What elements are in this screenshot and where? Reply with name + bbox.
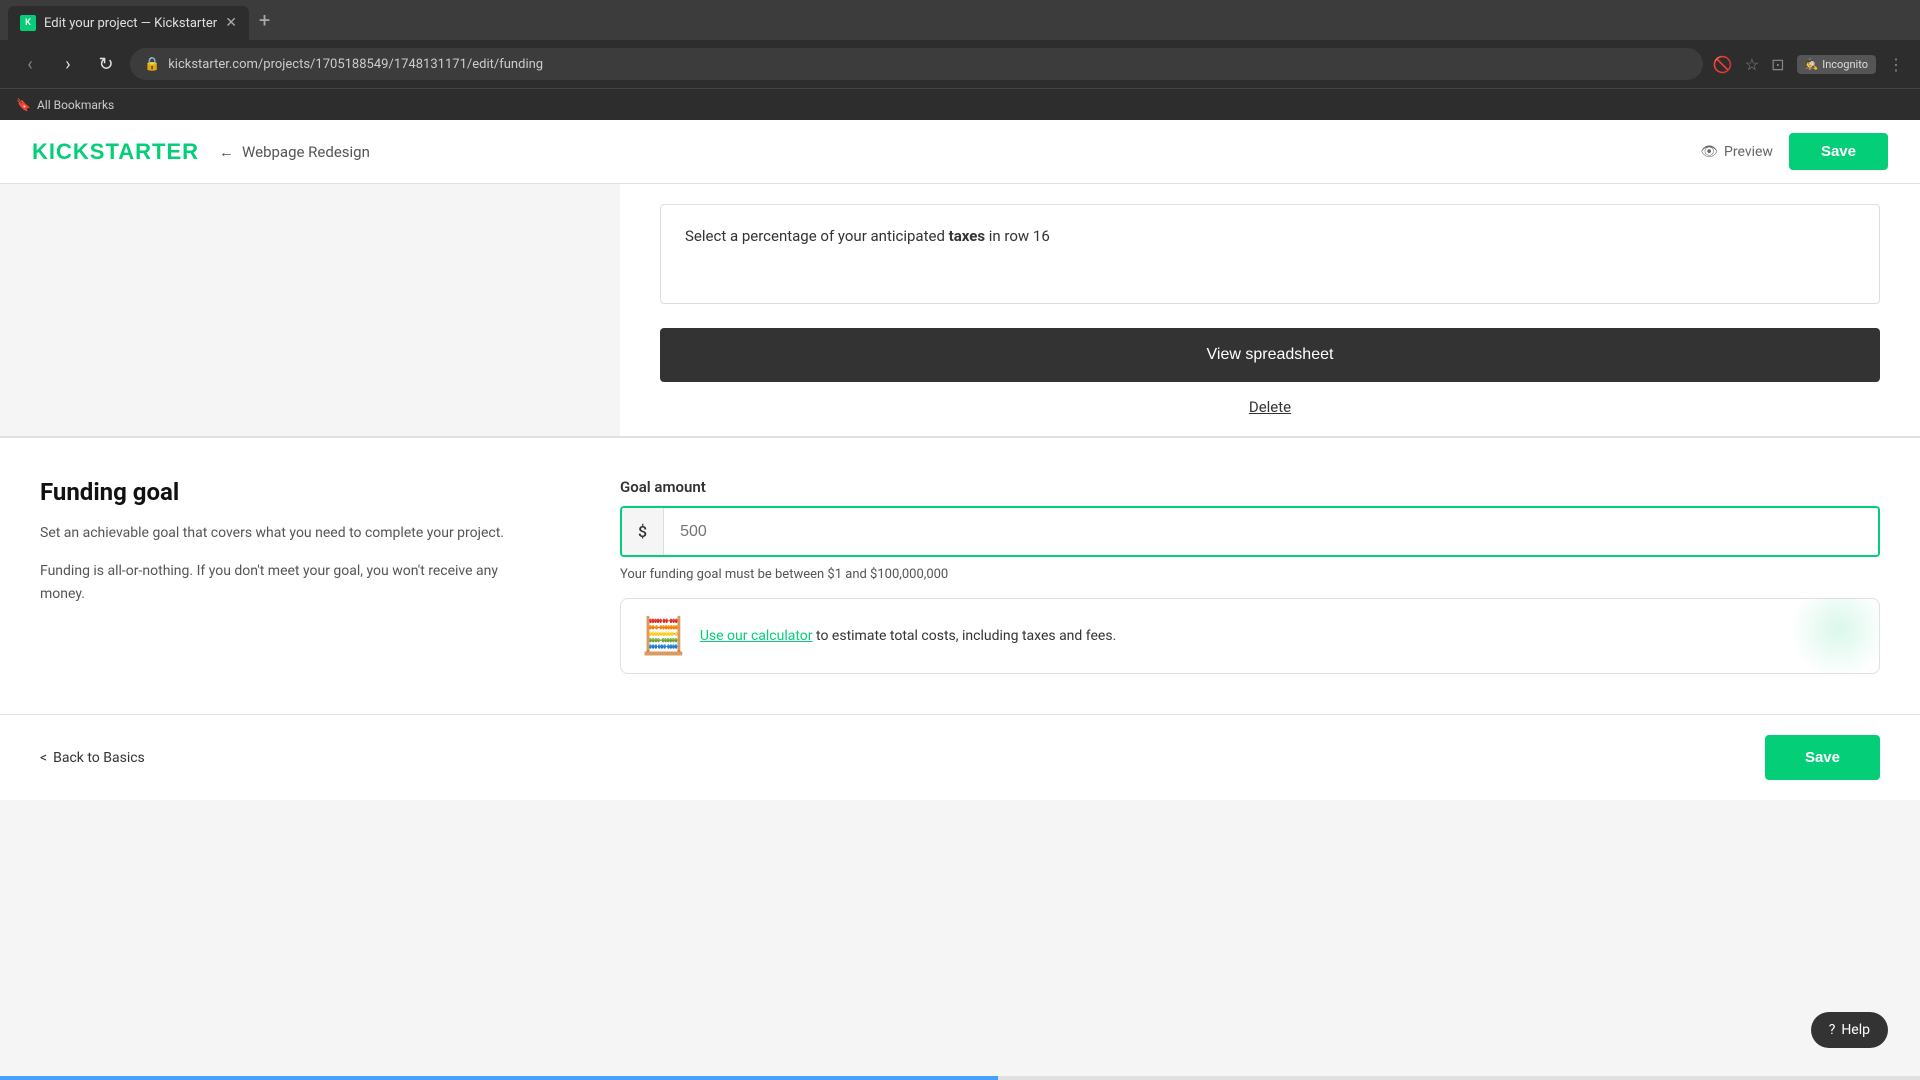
new-tab-button[interactable]: +	[249, 8, 280, 32]
back-link-label: Back to Basics	[53, 750, 145, 766]
preview-label: Preview	[1724, 144, 1773, 160]
more-options-icon[interactable]: ⋮	[1888, 55, 1904, 74]
page-body: Select a percentage of your anticipated …	[0, 184, 1920, 800]
calculator-text: Use our calculator to estimate total cos…	[700, 628, 1116, 644]
toolbar-icons: 🚫 ☆ ⊡ 🕵 Incognito ⋮	[1713, 55, 1904, 74]
address-bar[interactable]: 🔒 kickstarter.com/projects/1705188549/17…	[130, 48, 1703, 80]
forward-nav-button[interactable]: ›	[54, 50, 82, 78]
preview-button[interactable]: 👁 Preview	[1700, 144, 1773, 160]
currency-symbol: $	[622, 508, 664, 555]
bookmarks-bar: 🔖 All Bookmarks	[0, 88, 1920, 120]
bookmarks-label: All Bookmarks	[37, 98, 114, 112]
back-nav-button[interactable]: ‹	[16, 50, 44, 78]
funding-desc-2: Funding is all-or-nothing. If you don't …	[40, 560, 540, 605]
header-right: 👁 Preview Save	[1700, 133, 1888, 170]
calc-decoration	[1789, 598, 1880, 674]
funding-section: Funding goal Set an achievable goal that…	[0, 438, 1920, 714]
camera-off-icon[interactable]: 🚫	[1713, 55, 1733, 74]
funding-description: Funding goal Set an achievable goal that…	[0, 478, 580, 674]
calculator-icon: 🧮	[641, 615, 686, 657]
back-to-basics-link[interactable]: < Back to Basics	[40, 750, 145, 766]
hint-text: Select a percentage of your anticipated …	[685, 225, 1855, 248]
hint-text-bold: taxes	[949, 227, 985, 245]
save-header-button[interactable]: Save	[1789, 133, 1888, 170]
goal-input-wrap: $	[620, 506, 1880, 557]
bookmark-star-icon[interactable]: ☆	[1745, 55, 1759, 74]
help-icon: ?	[1829, 1022, 1836, 1038]
bottom-nav: < Back to Basics Save	[0, 714, 1920, 800]
progress-bar-fill	[0, 1076, 998, 1080]
back-arrow: ←	[219, 143, 234, 161]
project-name[interactable]: Webpage Redesign	[242, 143, 370, 161]
browser-toolbar: ‹ › ↻ 🔒 kickstarter.com/projects/1705188…	[0, 40, 1920, 88]
hint-text-part1: Select a percentage of your anticipated	[685, 227, 949, 245]
goal-amount-input[interactable]	[664, 508, 1878, 555]
url-text: kickstarter.com/projects/1705188549/1748…	[168, 57, 543, 72]
incognito-icon: 🕵	[1805, 58, 1819, 71]
spreadsheet-section-wrap: Select a percentage of your anticipated …	[0, 184, 1920, 436]
incognito-label: Incognito	[1822, 58, 1868, 71]
breadcrumb: ← Webpage Redesign	[219, 143, 370, 161]
hint-box: Select a percentage of your anticipated …	[660, 204, 1880, 304]
calculator-box: 🧮 Use our calculator to estimate total c…	[620, 598, 1880, 674]
progress-bar-wrap	[0, 1076, 1920, 1080]
incognito-badge: 🕵 Incognito	[1797, 55, 1877, 74]
header-left: KICKSTARTER ← Webpage Redesign	[32, 139, 370, 165]
help-label: Help	[1841, 1022, 1870, 1038]
device-icon[interactable]: ⊡	[1771, 55, 1784, 74]
calculator-link[interactable]: Use our calculator	[700, 628, 813, 644]
view-spreadsheet-button[interactable]: View spreadsheet	[660, 328, 1880, 382]
funding-title: Funding goal	[40, 478, 540, 506]
goal-amount-label: Goal amount	[620, 478, 1880, 496]
kickstarter-logo[interactable]: KICKSTARTER	[32, 139, 199, 165]
goal-hint-text: Your funding goal must be between $1 and…	[620, 567, 1880, 582]
browser-tabs: K Edit your project — Kickstarter ✕ +	[0, 0, 1920, 40]
funding-desc-1: Set an achievable goal that covers what …	[40, 522, 540, 544]
back-chevron-icon: <	[40, 750, 47, 766]
refresh-button[interactable]: ↻	[92, 50, 120, 78]
spreadsheet-content: Select a percentage of your anticipated …	[620, 184, 1920, 436]
lock-icon: 🔒	[144, 57, 160, 72]
save-bottom-button[interactable]: Save	[1765, 735, 1880, 780]
help-button[interactable]: ? Help	[1811, 1012, 1888, 1048]
tab-title: Edit your project — Kickstarter	[44, 16, 217, 31]
tab-favicon: K	[20, 15, 36, 31]
hint-text-part2: in row 16	[985, 227, 1050, 245]
eye-icon: 👁	[1700, 144, 1718, 160]
left-spacer	[0, 184, 620, 436]
bookmark-list-icon: 🔖	[16, 98, 31, 112]
site-header: KICKSTARTER ← Webpage Redesign 👁 Preview…	[0, 120, 1920, 184]
calc-text-suffix: to estimate total costs, including taxes…	[813, 628, 1117, 644]
delete-link[interactable]: Delete	[660, 398, 1880, 416]
active-tab[interactable]: K Edit your project — Kickstarter ✕	[8, 6, 249, 40]
funding-form: Goal amount $ Your funding goal must be …	[580, 478, 1920, 674]
browser-chrome: K Edit your project — Kickstarter ✕ + ‹ …	[0, 0, 1920, 120]
tab-close-icon[interactable]: ✕	[225, 15, 237, 31]
